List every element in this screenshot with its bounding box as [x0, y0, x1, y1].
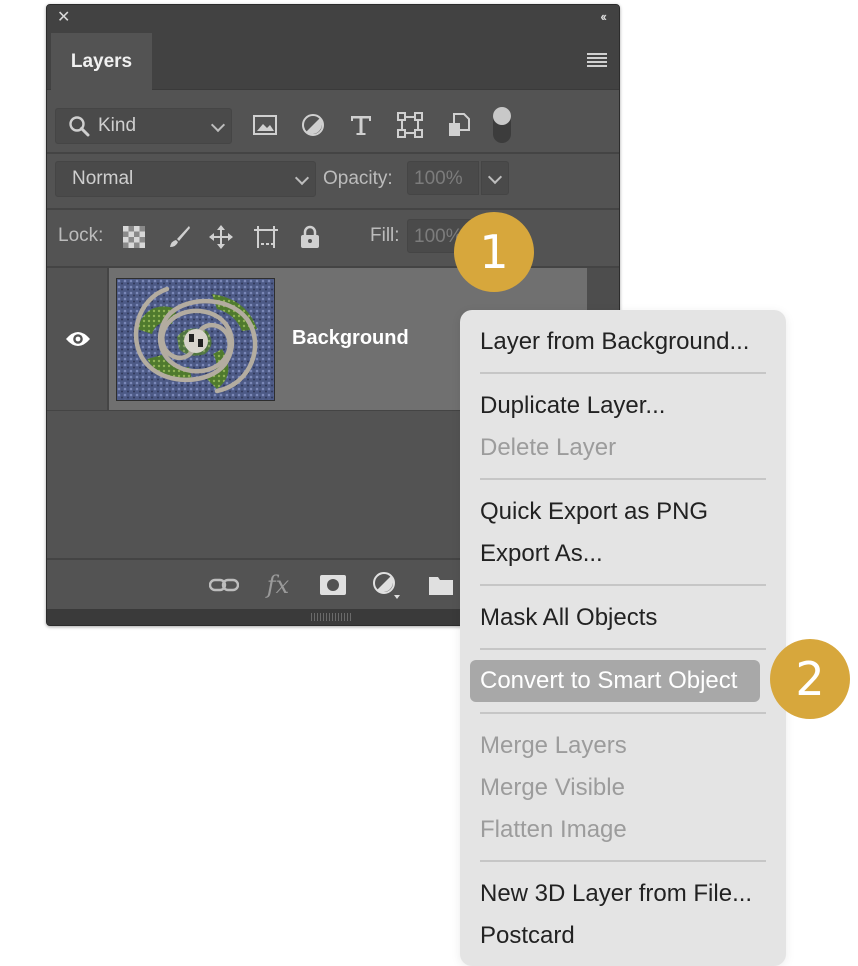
filter-kind-dropdown[interactable]: Kind	[55, 108, 232, 144]
menu-separator	[480, 478, 766, 480]
resize-grip[interactable]	[311, 613, 351, 621]
menu-separator	[480, 860, 766, 862]
chevron-down-icon	[487, 169, 503, 185]
menu-separator	[480, 648, 766, 650]
collapse-panel-icon[interactable]: ‹‹	[600, 9, 607, 24]
menu-item-flatten-image: Flatten Image	[480, 816, 627, 843]
fx-icon[interactable]: fx	[263, 570, 293, 600]
step-2-callout: 2	[770, 639, 850, 719]
lock-position-icon[interactable]	[208, 224, 234, 250]
smart-object-filter-icon[interactable]	[446, 112, 472, 138]
folder-icon[interactable]	[426, 570, 456, 600]
menu-separator	[480, 372, 766, 374]
menu-item-layer-from-background[interactable]: Layer from Background...	[480, 327, 749, 357]
image-filter-icon[interactable]	[252, 112, 278, 138]
tab-layers[interactable]: Layers	[51, 33, 152, 90]
layer-thumbnail[interactable]	[116, 278, 275, 401]
blend-mode-dropdown[interactable]: Normal	[55, 161, 316, 197]
filter-row: Kind	[47, 90, 619, 154]
step-1-callout: 1	[454, 212, 534, 292]
opacity-field[interactable]: 100%	[407, 161, 479, 195]
opacity-label: Opacity:	[323, 168, 393, 189]
visibility-column	[47, 268, 109, 410]
opacity-dropdown[interactable]	[481, 161, 509, 195]
close-icon[interactable]: ✕	[57, 9, 70, 27]
adjustment-icon[interactable]	[372, 570, 402, 600]
panel-menu-icon[interactable]	[587, 53, 607, 69]
adjustment-filter-icon[interactable]	[300, 112, 326, 138]
menu-item-delete-layer: Delete Layer	[480, 434, 617, 461]
type-filter-icon[interactable]	[348, 112, 374, 138]
link-icon[interactable]	[209, 570, 239, 600]
menu-item-export-as[interactable]: Export As...	[480, 539, 603, 569]
layer-context-menu: Layer from Background... Duplicate Layer…	[460, 310, 786, 966]
panel-tab-row: Layers	[47, 33, 619, 90]
filter-kind-label: Kind	[98, 115, 137, 136]
menu-separator	[480, 712, 766, 714]
menu-item-convert-to-smart-object[interactable]: Convert to Smart Object	[470, 660, 760, 702]
blend-mode-value: Normal	[72, 168, 134, 189]
menu-item-duplicate-layer[interactable]: Duplicate Layer...	[480, 391, 665, 421]
visibility-eye-icon[interactable]	[65, 330, 91, 353]
lock-image-pixels-icon[interactable]	[166, 224, 192, 250]
mask-icon[interactable]	[318, 570, 348, 600]
blend-row: Normal Opacity: 100%	[47, 154, 619, 210]
chevron-down-icon	[294, 170, 310, 186]
shape-filter-icon[interactable]	[397, 112, 423, 138]
menu-item-merge-visible: Merge Visible	[480, 774, 625, 801]
menu-item-postcard[interactable]: Postcard	[480, 921, 575, 951]
search-icon	[68, 115, 90, 143]
chevron-down-icon	[210, 117, 226, 133]
lock-label: Lock:	[58, 225, 104, 246]
filter-toggle-switch[interactable]	[493, 107, 511, 143]
panel-titlebar: ✕ ‹‹	[47, 5, 619, 33]
lock-transparent-pixels-icon[interactable]	[121, 224, 147, 250]
lock-all-icon[interactable]	[297, 224, 323, 250]
menu-item-quick-export-png[interactable]: Quick Export as PNG	[480, 497, 708, 527]
menu-separator	[480, 584, 766, 586]
menu-item-merge-layers: Merge Layers	[480, 732, 627, 759]
menu-item-new-3d-layer[interactable]: New 3D Layer from File...	[480, 879, 752, 909]
layer-name[interactable]: Background	[292, 327, 409, 350]
lock-artboard-icon[interactable]	[253, 224, 279, 250]
fill-label: Fill:	[370, 225, 400, 246]
menu-item-mask-all-objects[interactable]: Mask All Objects	[480, 603, 657, 633]
